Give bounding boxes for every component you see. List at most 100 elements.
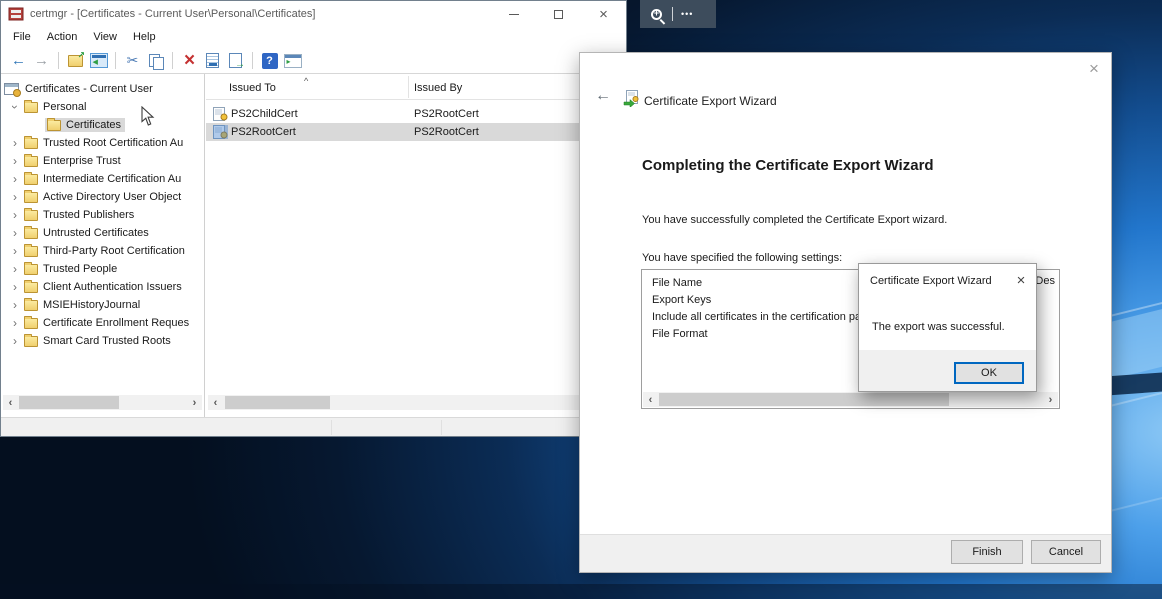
close-button[interactable] (581, 1, 626, 27)
wizard-certificate-icon (623, 90, 640, 107)
tree-item-trusted-root[interactable]: Trusted Root Certification Au (1, 134, 204, 152)
chevron-right-icon[interactable] (9, 154, 21, 168)
toolbar-separator (115, 52, 116, 69)
tree-item-label: Certificates - Current User (25, 83, 153, 95)
scrollbar-thumb[interactable] (659, 393, 949, 406)
list-row-ps2rootcert[interactable]: PS2RootCert PS2RootCert (206, 123, 628, 141)
properties-doc-icon (206, 53, 219, 68)
chevron-right-icon[interactable] (9, 298, 21, 312)
maximize-button[interactable] (536, 1, 581, 27)
folder-icon (24, 264, 38, 275)
chevron-right-icon[interactable] (9, 190, 21, 204)
finish-button[interactable]: Finish (951, 540, 1023, 564)
menu-file[interactable]: File (1, 27, 39, 48)
title-bar[interactable]: certmgr - [Certificates - Current User\P… (1, 1, 626, 27)
maximize-icon (554, 10, 563, 19)
tree-horizontal-scrollbar[interactable] (3, 395, 202, 410)
cut-icon[interactable] (122, 50, 143, 71)
toolbar: ? (1, 48, 626, 74)
forward-icon[interactable] (31, 50, 52, 71)
tree-item-intermediate[interactable]: Intermediate Certification Au (1, 170, 204, 188)
scroll-left-icon[interactable] (208, 395, 223, 410)
menu-bar: File Action View Help (1, 27, 626, 48)
tree-item-label: Untrusted Certificates (43, 227, 149, 239)
capture-toolbar-divider (672, 7, 673, 21)
minimize-icon (509, 14, 519, 15)
cancel-button[interactable]: Cancel (1031, 540, 1101, 564)
delete-icon[interactable] (179, 50, 200, 71)
tree-item-ad-user-object[interactable]: Active Directory User Object (1, 188, 204, 206)
list-horizontal-scrollbar[interactable] (208, 395, 626, 410)
menu-view[interactable]: View (85, 27, 125, 48)
tree-item-label: Trusted People (43, 263, 117, 275)
menu-action[interactable]: Action (39, 27, 86, 48)
window-title: certmgr - [Certificates - Current User\P… (30, 8, 315, 20)
show-console-tree-icon[interactable] (88, 50, 109, 71)
zoom-magnifier-icon[interactable] (651, 9, 662, 20)
minimize-button[interactable] (491, 1, 536, 27)
scrollbar-thumb[interactable] (225, 396, 330, 409)
column-issued-by[interactable]: Issued By (414, 82, 462, 94)
tree-item-untrusted-certificates[interactable]: Untrusted Certificates (1, 224, 204, 242)
tree-item-certificates[interactable]: Certificates (1, 116, 204, 134)
chevron-right-icon[interactable] (9, 226, 21, 240)
tree-item-third-party-root[interactable]: Third-Party Root Certification (1, 242, 204, 260)
chevron-right-icon[interactable] (9, 334, 21, 348)
issued-to-cell: PS2RootCert (231, 126, 411, 138)
scrollbar-thumb[interactable] (19, 396, 119, 409)
certificate-icon (213, 107, 228, 121)
folder-up-icon (68, 55, 83, 67)
tree-item-personal[interactable]: Personal (1, 98, 204, 116)
scroll-right-icon[interactable] (1043, 392, 1058, 407)
tree-item-client-auth-issuers[interactable]: Client Authentication Issuers (1, 278, 204, 296)
tree-item-cert-enrollment-requests[interactable]: Certificate Enrollment Reques (1, 314, 204, 332)
list-header: ^ Issued To Issued By (206, 74, 628, 100)
copy-icon[interactable] (145, 50, 166, 71)
chevron-right-icon[interactable] (9, 244, 21, 258)
settings-horizontal-scrollbar[interactable] (643, 392, 1058, 407)
folder-icon (24, 156, 38, 167)
help-question-icon: ? (262, 53, 278, 69)
chevron-down-icon[interactable] (8, 101, 22, 113)
taskbar[interactable] (0, 584, 1162, 599)
issued-by-cell: PS2RootCert (414, 126, 479, 138)
wizard-settings-caption: You have specified the following setting… (642, 252, 842, 264)
up-one-level-icon[interactable] (65, 50, 86, 71)
chevron-right-icon[interactable] (9, 136, 21, 150)
chevron-right-icon[interactable] (9, 262, 21, 276)
tree-item-certificates-current-user[interactable]: Certificates - Current User (1, 80, 204, 98)
chevron-right-icon[interactable] (9, 280, 21, 294)
scroll-left-icon[interactable] (3, 395, 18, 410)
wizard-back-icon[interactable] (592, 86, 614, 106)
list-row-ps2childcert[interactable]: PS2ChildCert PS2RootCert (206, 105, 628, 123)
more-options-button[interactable]: ••• (681, 9, 693, 19)
tree-item-label: Personal (43, 101, 86, 113)
folder-icon (24, 210, 38, 221)
status-bar (1, 417, 626, 436)
tree-item-smart-card-trusted-roots[interactable]: Smart Card Trusted Roots (1, 332, 204, 350)
chevron-right-icon[interactable] (9, 208, 21, 222)
new-window-icon[interactable] (282, 50, 303, 71)
scroll-left-icon[interactable] (643, 392, 658, 407)
sort-ascending-icon: ^ (304, 76, 308, 86)
toolbar-separator (172, 52, 173, 69)
tree-item-trusted-people[interactable]: Trusted People (1, 260, 204, 278)
scroll-right-icon[interactable] (187, 395, 202, 410)
chevron-right-icon[interactable] (9, 316, 21, 330)
ok-button[interactable]: OK (954, 362, 1024, 384)
help-icon[interactable]: ? (259, 50, 280, 71)
back-icon[interactable] (8, 50, 29, 71)
messagebox-close-icon[interactable] (1013, 272, 1029, 288)
tree-item-msie-history-journal[interactable]: MSIEHistoryJournal (1, 296, 204, 314)
chevron-right-icon[interactable] (9, 172, 21, 186)
status-bar-divider (331, 420, 332, 435)
column-divider[interactable] (408, 76, 409, 98)
column-issued-to[interactable]: Issued To (229, 82, 276, 94)
tree-item-trusted-publishers[interactable]: Trusted Publishers (1, 206, 204, 224)
properties-icon[interactable] (202, 50, 223, 71)
tree-item-enterprise-trust[interactable]: Enterprise Trust (1, 152, 204, 170)
menu-help[interactable]: Help (125, 27, 164, 48)
wizard-close-icon[interactable] (1085, 59, 1103, 77)
export-success-messagebox: Certificate Export Wizard The export was… (858, 263, 1037, 392)
export-list-icon[interactable] (225, 50, 246, 71)
